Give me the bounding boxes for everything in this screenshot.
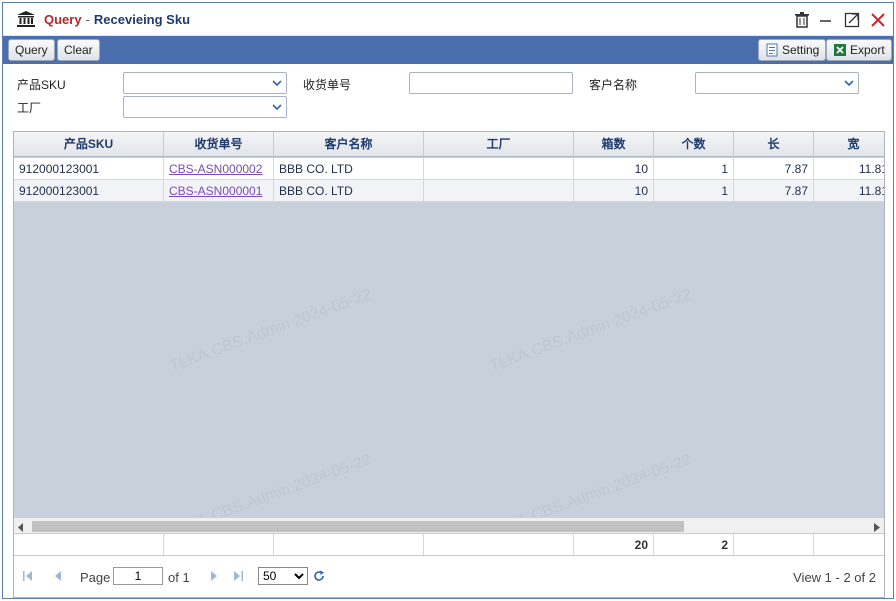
- factory-select[interactable]: [123, 96, 287, 118]
- cell-customer: BBB CO. LTD: [274, 158, 424, 180]
- clear-button[interactable]: Clear: [57, 39, 100, 61]
- minimize-icon[interactable]: [818, 12, 834, 28]
- factory-label: 工厂: [17, 101, 42, 115]
- pager: Page of 1 50 View 1 - 2 of 2: [14, 555, 884, 597]
- page-count: of 1: [168, 570, 190, 585]
- query-window: Query - Recevieing Sku Query Clear Setting…: [2, 2, 894, 599]
- totals-row: 20 2: [14, 533, 884, 556]
- watermark-text: TLKA.CBS.Admin 2024-05-22: [487, 286, 694, 376]
- window-title: Query - Recevieing Sku: [44, 12, 190, 27]
- next-page-icon[interactable]: [208, 570, 220, 582]
- cell-pieces: 1: [654, 158, 734, 180]
- chevron-down-icon: [840, 73, 858, 93]
- col-header-sku[interactable]: 产品SKU: [14, 132, 164, 157]
- col-header-customer[interactable]: 客户名称: [274, 132, 424, 157]
- setting-label: Setting: [782, 43, 820, 57]
- total-empty: [14, 534, 164, 556]
- table-row[interactable]: 912000123001 CBS-ASN000002 BBB CO. LTD 1…: [14, 158, 884, 180]
- query-button[interactable]: Query: [8, 39, 55, 61]
- customer-label: 客户名称: [589, 78, 638, 92]
- last-page-icon[interactable]: [232, 570, 244, 582]
- prev-page-icon[interactable]: [52, 570, 64, 582]
- title-separator: -: [85, 12, 90, 27]
- cell-factory: [424, 158, 574, 180]
- cell-factory: [424, 180, 574, 202]
- asn-link[interactable]: CBS-ASN000002: [169, 162, 262, 176]
- col-header-factory[interactable]: 工厂: [424, 132, 574, 157]
- setting-button[interactable]: Setting: [758, 39, 827, 61]
- setting-icon: [766, 43, 778, 57]
- col-header-asn[interactable]: 收货单号: [164, 132, 274, 157]
- chevron-down-icon: [268, 97, 286, 117]
- bank-icon: [17, 11, 35, 27]
- cell-asn: CBS-ASN000002: [164, 158, 274, 180]
- col-header-pieces[interactable]: 个数: [654, 132, 734, 157]
- cell-length: 7.87: [734, 158, 814, 180]
- watermark-text: TLKA.CBS.Admin 2024-05-22: [167, 286, 374, 376]
- filter-panel: 产品SKU 收货单号 客户名称 工厂: [3, 64, 893, 126]
- maximize-icon[interactable]: [844, 12, 860, 28]
- page-size-select[interactable]: 50: [258, 567, 308, 585]
- cell-length: 7.87: [734, 180, 814, 202]
- toolbar: Query Clear Setting Export: [3, 36, 893, 64]
- col-header-length[interactable]: 长: [734, 132, 814, 157]
- col-header-width[interactable]: 宽: [814, 132, 884, 157]
- horizontal-scrollbar[interactable]: [14, 517, 884, 533]
- title-bar: Query - Recevieing Sku: [3, 3, 893, 36]
- cell-customer: BBB CO. LTD: [274, 180, 424, 202]
- data-grid: 产品SKU 收货单号 客户名称 工厂 箱数 个数 长 宽 91200012300…: [13, 131, 885, 598]
- asn-link[interactable]: CBS-ASN000001: [169, 184, 262, 198]
- cell-asn: CBS-ASN000001: [164, 180, 274, 202]
- close-icon[interactable]: [870, 12, 886, 28]
- cell-width: 11.81: [814, 180, 884, 202]
- total-empty: [424, 534, 574, 556]
- page-label: Page: [80, 570, 111, 585]
- asn-label: 收货单号: [303, 78, 352, 92]
- cell-boxes: 10: [574, 180, 654, 202]
- table-row[interactable]: 912000123001 CBS-ASN000001 BBB CO. LTD 1…: [14, 180, 884, 202]
- cell-width: 11.81: [814, 158, 884, 180]
- view-range-text: View 1 - 2 of 2: [793, 570, 876, 585]
- excel-icon: [834, 44, 846, 56]
- asn-input[interactable]: [409, 72, 573, 94]
- cell-sku: 912000123001: [14, 158, 164, 180]
- total-empty: [274, 534, 424, 556]
- export-label: Export: [850, 43, 885, 57]
- title-main: Query: [44, 12, 82, 27]
- chevron-down-icon: [268, 73, 286, 93]
- sku-label: 产品SKU: [17, 78, 66, 92]
- total-boxes: 20: [574, 534, 654, 556]
- sku-select[interactable]: [123, 72, 287, 94]
- page-number-input[interactable]: [113, 567, 163, 585]
- scrollbar-thumb[interactable]: [32, 521, 684, 532]
- first-page-icon[interactable]: [22, 570, 34, 582]
- total-empty: [164, 534, 274, 556]
- cell-sku: 912000123001: [14, 180, 164, 202]
- total-empty: [734, 534, 814, 556]
- grid-header: 产品SKU 收货单号 客户名称 工厂 箱数 个数 长 宽: [14, 132, 884, 157]
- trash-icon[interactable]: [794, 12, 810, 28]
- cell-pieces: 1: [654, 180, 734, 202]
- cell-boxes: 10: [574, 158, 654, 180]
- customer-select[interactable]: [695, 72, 859, 94]
- export-button[interactable]: Export: [826, 39, 892, 61]
- refresh-icon[interactable]: [313, 570, 325, 582]
- title-subtitle: Recevieing Sku: [93, 12, 191, 27]
- total-pieces: 2: [654, 534, 734, 556]
- col-header-boxes[interactable]: 箱数: [574, 132, 654, 157]
